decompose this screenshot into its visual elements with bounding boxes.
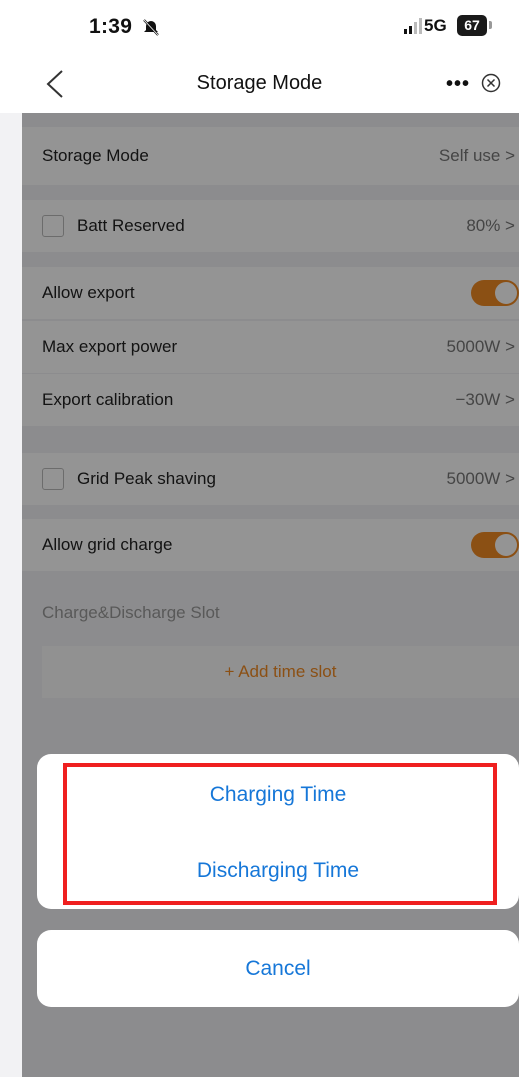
close-circle-icon[interactable] <box>481 73 501 93</box>
bell-muted-icon <box>143 19 159 36</box>
page-title: Storage Mode <box>196 72 323 94</box>
highlight-box <box>63 763 497 905</box>
more-icon[interactable]: ••• <box>446 73 470 96</box>
battery-icon: 67 <box>457 15 487 36</box>
status-bar: 1:39 5G 67 <box>0 0 519 55</box>
cancel-button[interactable]: Cancel <box>37 930 519 1007</box>
battery-cap <box>489 21 492 29</box>
status-time: 1:39 <box>89 15 133 38</box>
nav-bar: Storage Mode ••• <box>0 55 519 113</box>
signal-icon <box>404 18 422 34</box>
network-type: 5G <box>424 16 447 35</box>
